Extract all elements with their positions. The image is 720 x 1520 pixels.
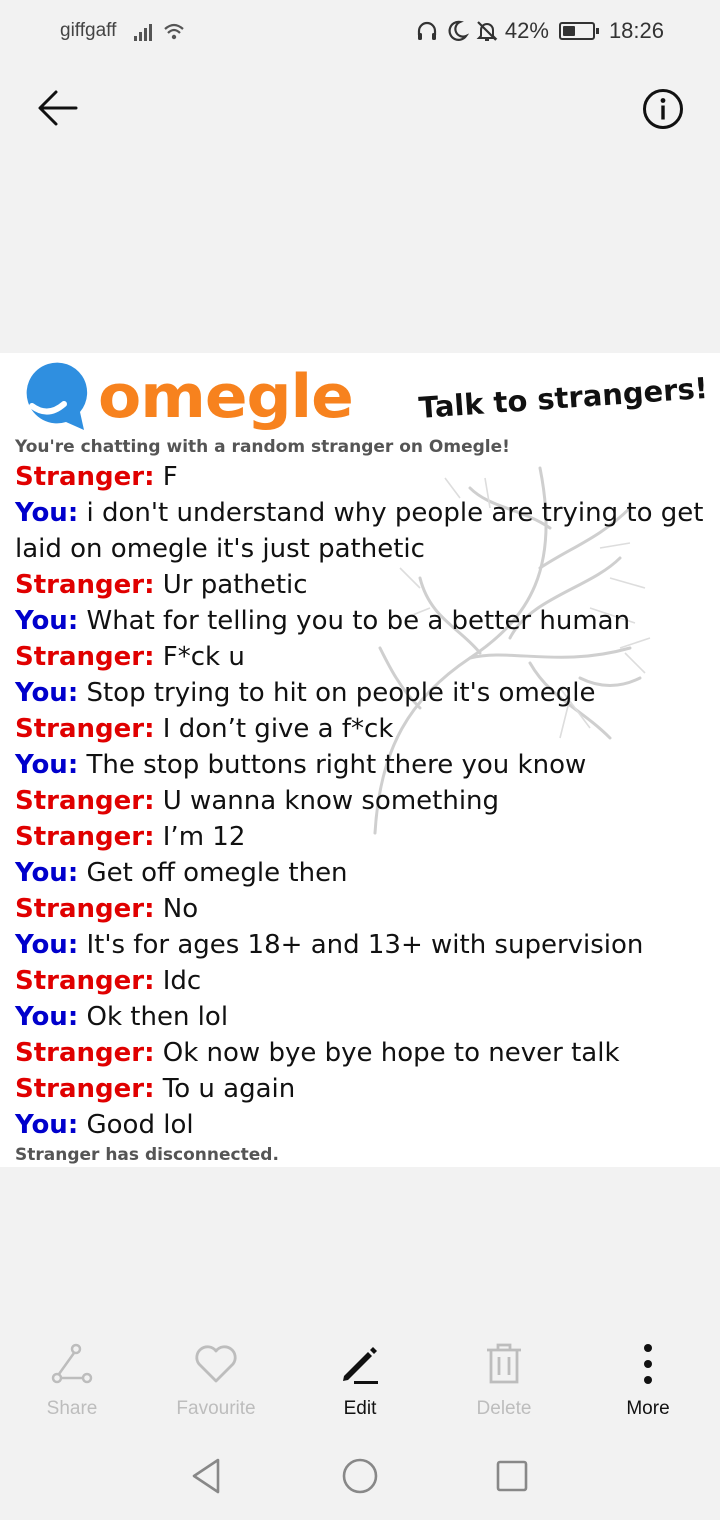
- status-icons: 42% 18:26: [415, 17, 664, 45]
- intro-text: You're chatting with a random stranger o…: [15, 437, 510, 457]
- chat-message: You: It's for ages 18+ and 13+ with supe…: [15, 927, 705, 963]
- you-label: You:: [15, 606, 79, 636]
- stranger-label: Stranger:: [15, 966, 155, 996]
- battery-percent: 42%: [504, 18, 549, 43]
- you-label: You:: [15, 498, 79, 528]
- chat-message: You: Ok then lol: [15, 999, 705, 1035]
- message-text: To u again: [154, 1074, 296, 1104]
- circle-home-icon: [342, 1458, 378, 1494]
- arrow-left-icon: [38, 90, 78, 126]
- you-label: You:: [15, 858, 79, 888]
- nav-back-button[interactable]: [178, 1454, 234, 1498]
- you-label: You:: [15, 1110, 79, 1140]
- share-button[interactable]: Share: [0, 1340, 144, 1426]
- chat-message: You: Good lol: [15, 1107, 705, 1143]
- message-text: Idc: [154, 966, 202, 996]
- chat-message: You: The stop buttons right there you kn…: [15, 747, 705, 783]
- chat-message: Stranger: To u again: [15, 1071, 705, 1107]
- stranger-label: Stranger:: [15, 1038, 155, 1068]
- message-text: Stop trying to hit on people it's omegle: [78, 678, 596, 708]
- favourite-label: Favourite: [176, 1398, 256, 1419]
- message-text: I’m 12: [154, 822, 246, 852]
- edit-button[interactable]: Edit: [288, 1340, 432, 1426]
- message-text: Get off omegle then: [78, 858, 348, 888]
- message-text: I don’t give a f*ck: [154, 714, 394, 744]
- battery-icon: [558, 22, 599, 40]
- message-text: U wanna know something: [154, 786, 500, 816]
- info-button[interactable]: [640, 86, 686, 132]
- back-button[interactable]: [30, 86, 86, 130]
- viewed-image[interactable]: omegle Talk to strangers! You're chattin…: [0, 353, 720, 1167]
- more-vertical-icon: [644, 1344, 652, 1384]
- stranger-label: Stranger:: [15, 462, 155, 492]
- delete-label: Delete: [476, 1398, 532, 1419]
- stranger-label: Stranger:: [15, 570, 155, 600]
- stranger-label: Stranger:: [15, 822, 155, 852]
- omegle-logo: omegle: [12, 357, 354, 437]
- system-nav-bar: [0, 1440, 720, 1520]
- bell-off-icon: [476, 21, 498, 41]
- status-bar: giffgaff 42% 18:26: [0, 0, 720, 62]
- pencil-icon: [343, 1347, 378, 1384]
- chat-message: Stranger: F: [15, 459, 705, 495]
- chat-message: Stranger: Idc: [15, 963, 705, 999]
- message-text: It's for ages 18+ and 13+ with supervisi…: [78, 930, 644, 960]
- message-text: Ok now bye bye hope to never talk: [154, 1038, 620, 1068]
- chat-message: Stranger: Ok now bye bye hope to never t…: [15, 1035, 705, 1071]
- chat-message: You: Get off omegle then: [15, 855, 705, 891]
- chat-message: Stranger: I’m 12: [15, 819, 705, 855]
- stranger-label: Stranger:: [15, 786, 155, 816]
- info-icon: [643, 89, 683, 129]
- message-text: Ok then lol: [78, 1002, 229, 1032]
- logo-wordmark: omegle: [98, 362, 354, 432]
- message-text: No: [154, 894, 199, 924]
- message-text: Good lol: [78, 1110, 194, 1140]
- square-recents-icon: [496, 1460, 528, 1492]
- edit-label: Edit: [343, 1398, 377, 1419]
- more-label: More: [626, 1398, 670, 1419]
- stranger-label: Stranger:: [15, 714, 155, 744]
- clock: 18:26: [608, 18, 664, 43]
- message-text: F: [154, 462, 178, 492]
- disconnected-notice: Stranger has disconnected.: [15, 1145, 279, 1165]
- favourite-button[interactable]: Favourite: [144, 1340, 288, 1426]
- you-label: You:: [15, 750, 79, 780]
- chat-message: Stranger: F*ck u: [15, 639, 705, 675]
- delete-button[interactable]: Delete: [432, 1340, 576, 1426]
- message-text: F*ck u: [154, 642, 245, 672]
- trash-icon: [487, 1343, 521, 1384]
- share-icon: [51, 1343, 93, 1384]
- chat-message: You: i don't understand why people are t…: [15, 495, 705, 567]
- carrier-name: giffgaff: [60, 20, 117, 41]
- moon-icon: [448, 20, 469, 41]
- nav-recents-button[interactable]: [484, 1454, 540, 1498]
- you-label: You:: [15, 678, 79, 708]
- message-text: i don't understand why people are trying…: [15, 498, 704, 564]
- chat-message: Stranger: No: [15, 891, 705, 927]
- chat-message: Stranger: U wanna know something: [15, 783, 705, 819]
- message-text: The stop buttons right there you know: [78, 750, 587, 780]
- signal-icon: [134, 23, 184, 41]
- chat-log: Stranger: F You: i don't understand why p…: [15, 459, 705, 1143]
- chat-message: Stranger: Ur pathetic: [15, 567, 705, 603]
- omegle-logo-icon: [26, 362, 88, 430]
- you-label: You:: [15, 930, 79, 960]
- stranger-label: Stranger:: [15, 1074, 155, 1104]
- stranger-label: Stranger:: [15, 894, 155, 924]
- triangle-back-icon: [192, 1458, 220, 1494]
- more-button[interactable]: More: [576, 1340, 720, 1426]
- chat-message: You: What for telling you to be a better…: [15, 603, 705, 639]
- message-text: What for telling you to be a better huma…: [78, 606, 631, 636]
- chat-message: You: Stop trying to hit on people it's o…: [15, 675, 705, 711]
- headphones-icon: [417, 21, 436, 40]
- tagline: Talk to strangers!: [417, 370, 709, 425]
- stranger-label: Stranger:: [15, 642, 155, 672]
- you-label: You:: [15, 1002, 79, 1032]
- share-label: Share: [46, 1398, 98, 1419]
- chat-message: Stranger: I don’t give a f*ck: [15, 711, 705, 747]
- nav-home-button[interactable]: [332, 1454, 388, 1498]
- bottom-toolbar: Share Favourite Edit Delete More: [0, 1340, 720, 1426]
- message-text: Ur pathetic: [154, 570, 308, 600]
- heart-icon: [195, 1345, 237, 1383]
